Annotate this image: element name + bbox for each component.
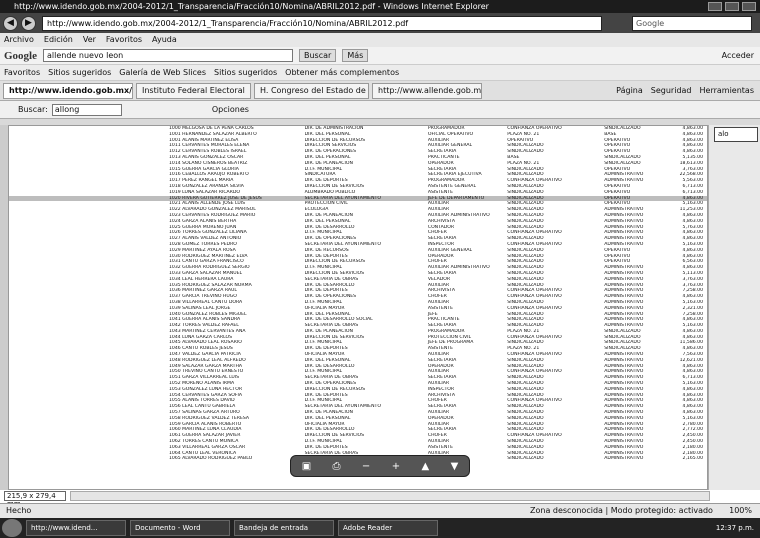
favorite-link[interactable]: Obtener más complementos [285,68,399,77]
zoom-out-icon[interactable]: − [362,461,370,472]
security-menu[interactable]: Seguridad [651,86,692,95]
google-search-input[interactable]: allende nuevo leon [43,49,293,62]
live-search-input[interactable]: Google [632,15,752,31]
minimize-button[interactable] [708,2,722,11]
tab-ife[interactable]: Instituto Federal Electoral [136,82,251,99]
page-up-icon[interactable]: ▲ [421,461,429,472]
status-text: Hecho [6,506,32,515]
maximize-button[interactable] [725,2,739,11]
menu-ver[interactable]: Ver [83,33,96,47]
taskbar-item[interactable]: Bandeja de entrada [234,520,334,536]
find-input[interactable]: allong [51,103,122,116]
menu-ayuda[interactable]: Ayuda [152,33,177,47]
table-cell: 2,165.00 [682,456,703,462]
google-signin-link[interactable]: Acceder [722,51,760,60]
menu-bar: Archivo Edición Ver Favoritos Ayuda [0,33,760,47]
tools-menu[interactable]: Herramientas [700,86,755,95]
address-row: ◀ ▶ http://www.idendo.gob.mx/2004-2012/1… [0,13,760,33]
window-controls [708,2,756,11]
zoom-level[interactable]: 100% [729,504,752,518]
tab-allende[interactable]: http://www.allende.gob.mx/... [372,82,482,99]
window-title-bar: http://www.idendo.gob.mx/2004-2012/1_Tra… [0,0,760,13]
tab-pdf[interactable]: http://www.idendo.gob.mx/... [3,82,133,99]
favorites-bar: Favoritos Sitios sugeridos Galería de We… [0,65,760,81]
pdf-floating-toolbar: ▣ ⎙ − + ▲ ▼ [290,455,470,477]
page-down-icon[interactable]: ▼ [451,461,459,472]
vertical-scrollbar[interactable] [708,125,760,490]
favorite-link[interactable]: Galería de Web Slices [119,68,206,77]
page-size-indicator: 215,9 x 279,4 mm [4,491,66,508]
clock: 12:37 p.m. [715,524,754,532]
menu-edicion[interactable]: Edición [44,33,73,47]
find-options[interactable]: Opciones [212,105,249,114]
horizontal-scrollbar[interactable] [70,491,710,501]
find-bar: Buscar: allong Opciones [0,101,760,119]
status-bar: Hecho Zona desconocida | Modo protegido:… [0,503,760,518]
forward-button[interactable]: ▶ [21,15,36,31]
taskbar-item[interactable]: Documento - Word [130,520,230,536]
taskbar-item[interactable]: Adobe Reader [338,520,438,536]
table-cell: SINDICALIZADO [507,456,544,462]
pdf-document: 1000 MELGOSA DE LA PENA CARLOS DIR. DE AD… [8,125,708,490]
find-popup-input[interactable]: alo [714,127,758,142]
start-button[interactable] [2,519,22,537]
table-cell: 1065 ALVARADO RODRÍGUEZ PABLO [169,456,253,462]
page-menu[interactable]: Página [616,86,643,95]
tab-congreso[interactable]: H. Congreso del Estado de [254,82,369,99]
favorites-button[interactable]: Favoritos [4,68,40,77]
google-more-button[interactable]: Más [342,49,369,62]
print-icon[interactable]: ⎙ [333,461,341,472]
back-button[interactable]: ◀ [3,15,18,31]
favorite-link[interactable]: Sitios sugeridos [48,68,111,77]
save-icon[interactable]: ▣ [302,461,311,472]
menu-archivo[interactable]: Archivo [4,33,34,47]
close-button[interactable] [742,2,756,11]
favorite-link[interactable]: Sitios sugeridos [214,68,277,77]
menu-favoritos[interactable]: Favoritos [106,33,142,47]
table-cell: ADMINISTRATIVO [604,456,644,462]
security-zone: Zona desconocida | Modo protegido: activ… [530,506,713,515]
find-label: Buscar: [18,105,48,114]
pdf-side-panel [0,125,8,490]
address-bar[interactable]: http://www.idendo.gob.mx/2004-2012/1_Tra… [42,15,602,31]
google-toolbar: Google allende nuevo leon Buscar Más Acc… [0,47,760,65]
taskbar-item[interactable]: http://www.idend... [26,520,126,536]
google-logo: Google [4,49,37,62]
tab-row: http://www.idendo.gob.mx/... Instituto F… [0,81,760,101]
zoom-in-icon[interactable]: + [392,461,400,472]
google-search-button[interactable]: Buscar [299,49,337,62]
command-bar: Página Seguridad Herramientas [616,86,760,95]
window-title: http://www.idendo.gob.mx/2004-2012/1_Tra… [14,2,489,11]
taskbar: http://www.idend... Documento - Word Ban… [0,518,760,538]
payroll-table: 1000 MELGOSA DE LA PENA CARLOS DIR. DE AD… [9,126,707,462]
